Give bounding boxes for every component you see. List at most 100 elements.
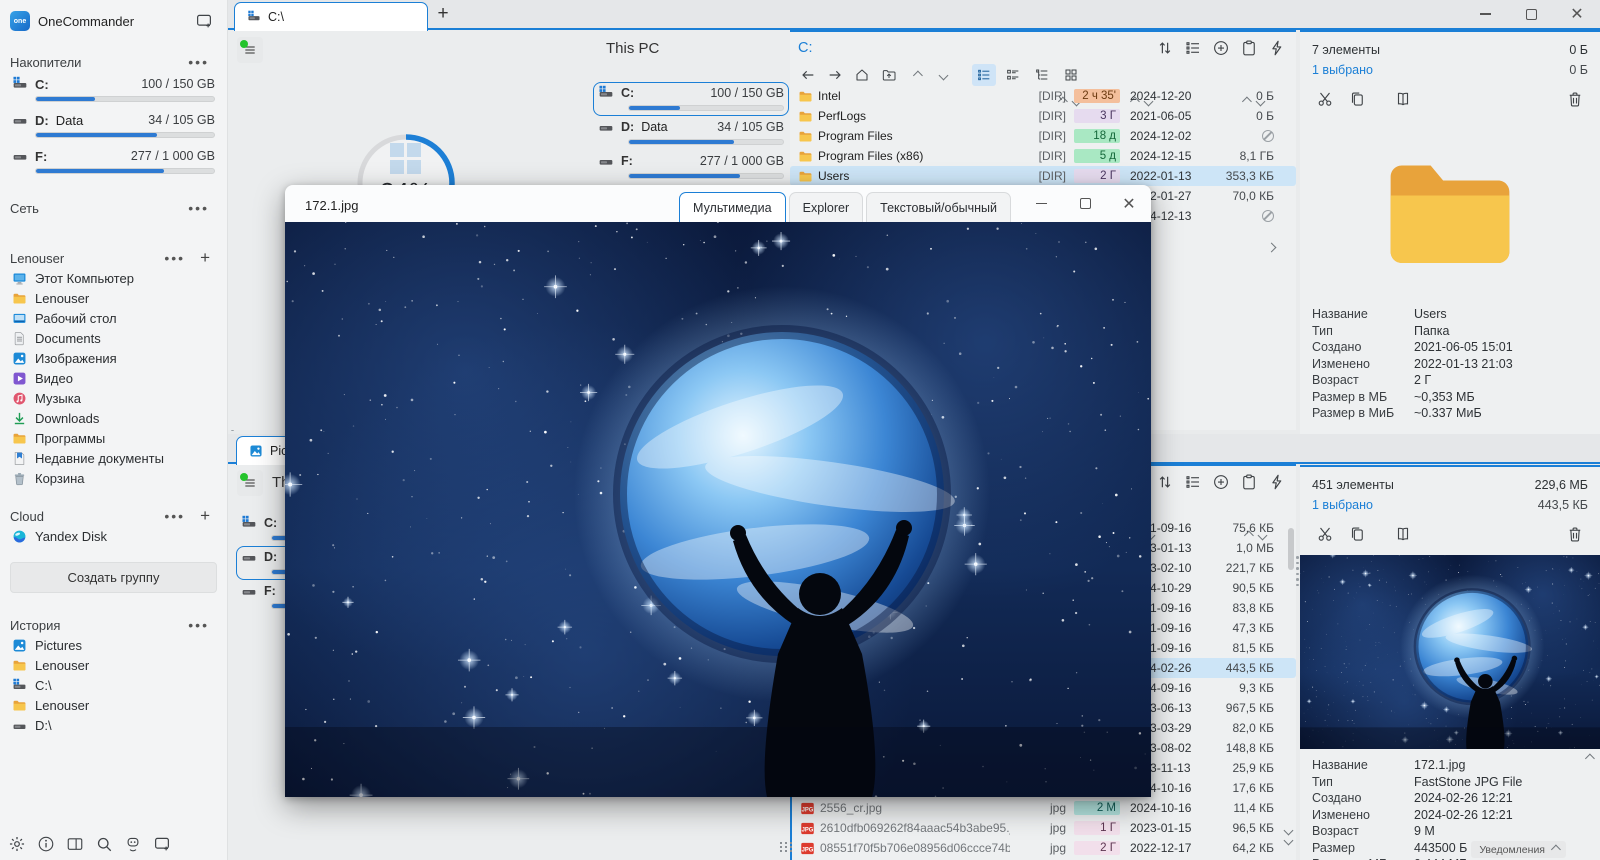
delete-button[interactable] (1562, 521, 1588, 547)
cut-button[interactable] (1312, 521, 1338, 547)
next-sibling-button[interactable] (931, 64, 955, 86)
forward-button[interactable] (823, 64, 847, 86)
sidebar-drive-row[interactable]: C: 100 / 150 GB (0, 72, 227, 102)
new-window-button[interactable] (149, 831, 174, 856)
viewer-maximize-button[interactable] (1063, 187, 1107, 221)
drive-win-icon (12, 678, 27, 693)
doc-icon (12, 331, 27, 346)
view-grid-button[interactable] (1059, 64, 1083, 86)
compare-button[interactable] (1390, 521, 1416, 547)
music-icon (12, 391, 27, 406)
file-row[interactable]: Users [DIR] 2 Г 2022-01-13 353,3 КБ (790, 166, 1296, 186)
file-row[interactable]: 2610dfb069262f84aaac54b3abe95.jpg jpg 1 … (792, 818, 1296, 838)
pane-menu-button[interactable] (237, 37, 263, 63)
sidebar-item[interactable]: Недавние документы (0, 448, 227, 468)
file-row[interactable]: 2556_cr.jpg jpg 2 М 2024-10-16 11,4 КБ (792, 798, 1296, 818)
settings-button[interactable] (4, 831, 29, 856)
info-button[interactable] (33, 831, 58, 856)
cloud-menu-button[interactable]: ••• (156, 506, 193, 526)
drives-menu-button[interactable]: ••• (180, 52, 217, 72)
file-row[interactable]: Intel [DIR] 2 ч 35' 2024-12-20 0 Б (790, 86, 1296, 106)
home-button[interactable] (850, 64, 874, 86)
image-preview-thumbnail[interactable] (1300, 555, 1600, 749)
network-menu-button[interactable]: ••• (180, 198, 217, 218)
viewer-tab-text[interactable]: Текстовый/обычный (866, 192, 1011, 222)
panel-splitter[interactable] (1296, 556, 1299, 586)
sidebar-item[interactable]: Lenouser (0, 288, 227, 308)
sidebar-item[interactable]: Yandex Disk (0, 526, 227, 546)
sidebar-item[interactable]: Программы (0, 428, 227, 448)
prev-sibling-button[interactable] (904, 64, 928, 86)
this-pc-drive-row[interactable]: F: 277 / 1 000 GB (593, 150, 789, 184)
sidebar-drive-row[interactable]: F: 277 / 1 000 GB (0, 144, 227, 174)
viewer-tab-multimedia[interactable]: Мультимедиа (679, 192, 786, 222)
create-group-button[interactable]: Создать группу (10, 562, 217, 593)
file-row[interactable]: 08551f70f5b706e08956d06ccce74bb1.jpg jpg… (792, 838, 1296, 858)
cloud-add-button[interactable]: + (193, 506, 217, 526)
sidebar-drive-row[interactable]: D: Data 34 / 105 GB (0, 108, 227, 138)
this-pc-drive-row[interactable]: C: 100 / 150 GB (593, 82, 789, 116)
row-drag-handle[interactable] (780, 842, 793, 852)
copy-button[interactable] (1344, 86, 1370, 112)
this-pc-drive-row[interactable]: D: Data 34 / 105 GB (593, 116, 789, 150)
sidebar-item[interactable]: Видео (0, 368, 227, 388)
history-item[interactable]: Pictures (0, 635, 227, 655)
history-item[interactable]: D:\ (0, 715, 227, 735)
new-window-button[interactable] (191, 8, 217, 34)
actions-button[interactable] (1264, 469, 1290, 495)
up-folder-button[interactable] (877, 64, 901, 86)
sort-button[interactable] (1152, 35, 1178, 61)
history-item[interactable]: Lenouser (0, 695, 227, 715)
paste-button[interactable] (1236, 469, 1262, 495)
new-tab-button[interactable]: + (428, 0, 458, 28)
delete-button[interactable] (1562, 86, 1588, 112)
maximize-button[interactable] (1508, 0, 1554, 28)
viewer-titlebar[interactable]: 172.1.jpg Мультимедиа Explorer Текстовый… (285, 185, 1151, 222)
sidebar-item[interactable]: Documents (0, 328, 227, 348)
close-button[interactable]: ✕ (1554, 0, 1600, 28)
actions-button[interactable] (1264, 35, 1290, 61)
view-tree-button[interactable] (1030, 64, 1054, 86)
scrollbar-thumb[interactable] (1288, 528, 1294, 570)
file-row[interactable]: Program Files (x86) [DIR] 5 д 2024-12-15… (790, 146, 1296, 166)
viewer-minimize-button[interactable] (1019, 187, 1063, 221)
view-list-button[interactable] (972, 64, 996, 86)
paste-button[interactable] (1236, 35, 1262, 61)
user-menu-button[interactable]: ••• (156, 248, 193, 268)
minimize-button[interactable] (1462, 0, 1508, 28)
tab-c-drive[interactable]: C:\ (234, 2, 428, 31)
assistant-button[interactable] (120, 831, 145, 856)
copy-button[interactable] (1344, 521, 1370, 547)
sidebar-item[interactable]: Музыка (0, 388, 227, 408)
user-add-button[interactable]: + (193, 248, 217, 268)
current-path[interactable]: C: (798, 40, 1150, 56)
sidebar-item[interactable]: Рабочий стол (0, 308, 227, 328)
viewer-image[interactable] (285, 222, 1151, 797)
file-row[interactable]: PerfLogs [DIR] 3 Г 2021-06-05 0 Б (790, 106, 1296, 126)
cut-button[interactable] (1312, 86, 1338, 112)
pane-menu-button[interactable] (237, 470, 263, 496)
file-row[interactable]: Program Files [DIR] 18 д 2024-12-02 (790, 126, 1296, 146)
sidebar-item[interactable]: Корзина (0, 468, 227, 488)
sidebar-item[interactable]: Изображения (0, 348, 227, 368)
history-menu-button[interactable]: ••• (180, 615, 217, 635)
viewer-close-button[interactable]: ✕ (1107, 187, 1151, 221)
sidebar-item[interactable]: Этот Компьютер (0, 268, 227, 288)
viewer-tab-explorer[interactable]: Explorer (789, 192, 864, 222)
detail-row: Возраст 2 Г (1312, 372, 1588, 389)
view-options-button[interactable] (1180, 35, 1206, 61)
notifications-toggle[interactable]: Уведомления (1471, 841, 1566, 858)
history-item[interactable]: C:\ (0, 675, 227, 695)
search-button[interactable] (91, 831, 116, 856)
sidebar-item[interactable]: Downloads (0, 408, 227, 428)
view-details-button[interactable] (1001, 64, 1025, 86)
new-item-button[interactable] (1208, 469, 1234, 495)
sort-button[interactable] (1152, 469, 1178, 495)
new-item-button[interactable] (1208, 35, 1234, 61)
image-viewer-window[interactable]: 172.1.jpg Мультимедиа Explorer Текстовый… (285, 185, 1151, 797)
history-item[interactable]: Lenouser (0, 655, 227, 675)
layout-button[interactable] (62, 831, 87, 856)
view-options-button[interactable] (1180, 469, 1206, 495)
compare-button[interactable] (1390, 86, 1416, 112)
back-button[interactable] (796, 64, 820, 86)
